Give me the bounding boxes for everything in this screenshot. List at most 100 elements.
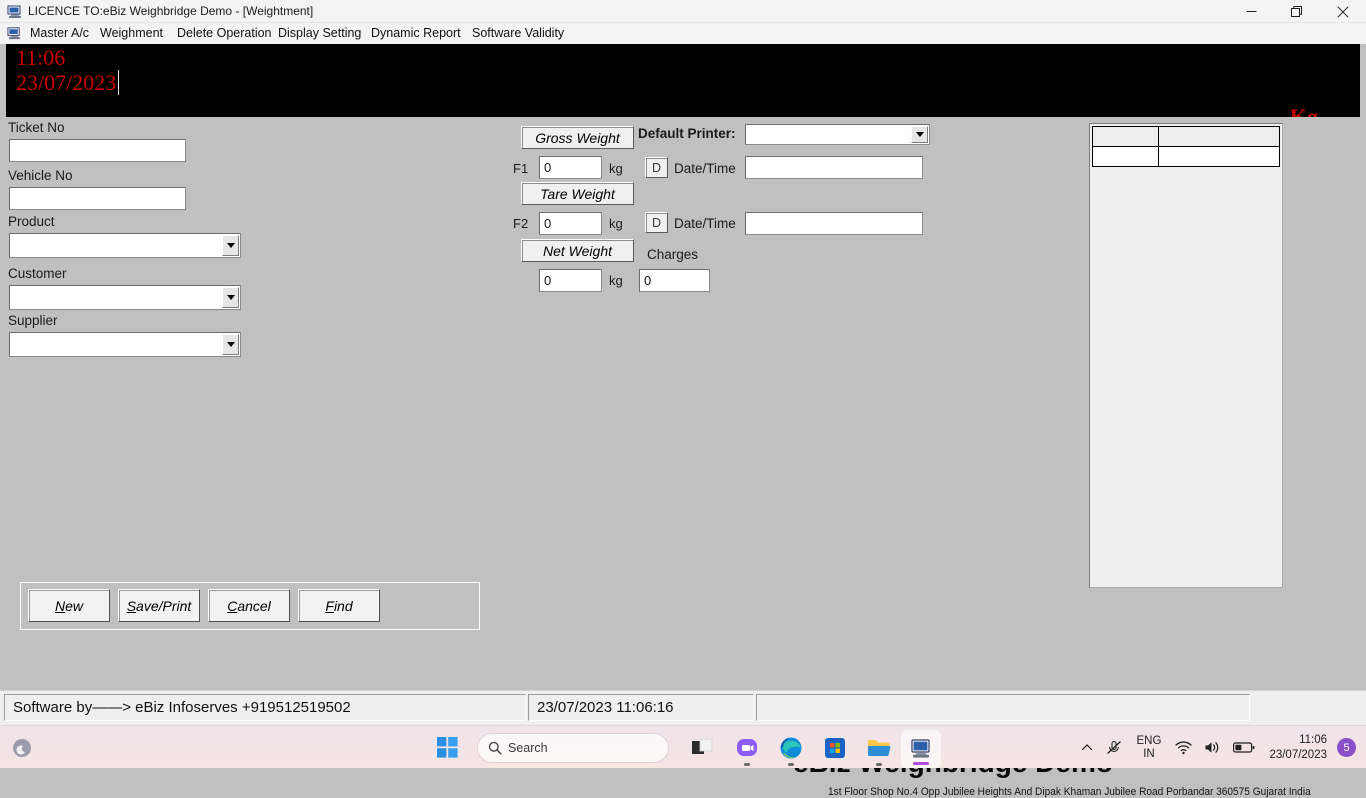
wifi-icon[interactable] <box>1169 726 1198 769</box>
records-grid-panel[interactable] <box>1089 123 1283 588</box>
chevron-down-icon[interactable] <box>222 287 239 308</box>
f1-key-label: F1 <box>513 161 529 176</box>
search-icon <box>488 741 502 755</box>
supplier-label: Supplier <box>8 313 58 328</box>
tare-weight-button[interactable]: Tare Weight <box>521 182 634 205</box>
charges-input[interactable] <box>639 269 710 292</box>
windows-taskbar: Search ENG IN 11:06 23/07/2023 5 <box>0 725 1366 768</box>
save-print-button[interactable]: Save/Print <box>118 589 200 622</box>
taskbar-active-indicator <box>913 761 929 765</box>
status-panel-empty <box>756 694 1250 721</box>
weight-display-panel: 11:06 23/07/2023 Kg <box>6 44 1360 129</box>
gross-weight-input[interactable] <box>539 156 602 179</box>
title-bar: LICENCE TO:eBiz Weighbridge Demo - [Weig… <box>0 0 1366 23</box>
edge-icon[interactable] <box>769 726 813 769</box>
gross-datetime-label: Date/Time <box>674 161 736 176</box>
grid-header-cell <box>1159 127 1279 146</box>
menu-item-delete-operation[interactable]: Delete Operation <box>173 25 276 41</box>
cancel-button[interactable]: Cancel <box>208 589 290 622</box>
task-view-icon[interactable] <box>681 726 725 769</box>
ticket-no-input[interactable] <box>9 139 186 162</box>
show-hidden-icons-button[interactable] <box>1075 726 1099 769</box>
brand-address: 1st Floor Shop No.4 Opp Jubilee Heights … <box>828 786 1311 798</box>
vehicle-no-label: Vehicle No <box>8 168 73 183</box>
net-weight-input[interactable] <box>539 269 602 292</box>
default-printer-combobox[interactable] <box>745 124 930 145</box>
clock-time: 11:06 <box>1299 733 1327 746</box>
input-language-indicator[interactable]: ENG IN <box>1129 735 1170 761</box>
tare-date-button[interactable]: D <box>645 212 668 233</box>
tare-datetime-input[interactable] <box>745 212 923 235</box>
taskbar-running-indicator <box>788 763 794 766</box>
table-row[interactable] <box>1092 146 1280 167</box>
window-close-button[interactable] <box>1320 0 1366 23</box>
customer-combobox[interactable] <box>9 285 241 310</box>
grid-header-cell <box>1093 127 1159 146</box>
window-title: LICENCE TO:eBiz Weighbridge Demo - [Weig… <box>28 4 314 18</box>
microphone-muted-icon[interactable] <box>1099 726 1129 769</box>
chevron-down-icon[interactable] <box>222 334 239 355</box>
search-placeholder-label: Search <box>508 740 548 755</box>
weather-widget-icon[interactable] <box>10 736 34 760</box>
taskbar-running-indicator <box>876 763 882 766</box>
supplier-combobox[interactable] <box>9 332 241 357</box>
menu-item-master-ac[interactable]: Master A/c <box>26 25 93 41</box>
f2-key-label: F2 <box>513 216 529 231</box>
action-button-bar: New Save/Print Cancel Find <box>20 582 480 630</box>
language-code: ENG <box>1136 734 1162 747</box>
vehicle-no-input[interactable] <box>9 187 186 210</box>
window-minimize-button[interactable] <box>1228 0 1274 23</box>
gross-weight-button[interactable]: Gross Weight <box>521 126 634 149</box>
status-bar: Software by——> eBiz Infoserves +91951251… <box>0 690 1366 725</box>
gross-unit-label: kg <box>609 161 623 176</box>
new-button[interactable]: New <box>28 589 110 622</box>
clock-date: 23/07/2023 <box>1269 748 1327 761</box>
file-explorer-icon[interactable] <box>857 726 901 769</box>
region-code: IN <box>1143 747 1155 760</box>
tare-weight-input[interactable] <box>539 212 602 235</box>
volume-icon[interactable] <box>1198 726 1227 769</box>
system-tray: ENG IN 11:06 23/07/2023 5 <box>1075 726 1366 769</box>
taskbar-clock[interactable]: 11:06 23/07/2023 <box>1261 733 1335 763</box>
status-panel-software-by: Software by——> eBiz Infoserves +91951251… <box>4 694 526 721</box>
battery-icon[interactable] <box>1227 726 1261 769</box>
save-print-button-label: Save/Print <box>126 597 192 614</box>
gross-datetime-input[interactable] <box>745 156 923 179</box>
find-button[interactable]: Find <box>298 589 380 622</box>
net-unit-label: kg <box>609 273 623 288</box>
gross-date-button[interactable]: D <box>645 157 668 178</box>
grid-cell <box>1093 147 1159 166</box>
menu-item-display-setting[interactable]: Display Setting <box>274 25 365 41</box>
menu-item-software-validity[interactable]: Software Validity <box>468 25 568 41</box>
chevron-down-icon[interactable] <box>911 126 928 143</box>
chat-icon[interactable] <box>725 726 769 769</box>
default-printer-label: Default Printer: <box>638 126 736 141</box>
tare-datetime-label: Date/Time <box>674 216 736 231</box>
menu-bar: Master A/c Weighment Delete Operation Di… <box>0 23 1366 65</box>
product-label: Product <box>8 214 55 229</box>
charges-label: Charges <box>647 247 699 262</box>
taskbar-icon-group: Search <box>425 726 941 769</box>
display-date: 23/07/2023 <box>16 70 117 95</box>
store-icon[interactable] <box>813 726 857 769</box>
net-weight-button[interactable]: Net Weight <box>521 239 634 262</box>
ticket-no-label: Ticket No <box>8 120 65 135</box>
computer-icon <box>7 4 23 20</box>
window-maximize-button[interactable] <box>1274 0 1320 23</box>
menu-item-dynamic-report[interactable]: Dynamic Report <box>367 25 465 41</box>
find-button-label: Find <box>325 597 353 614</box>
records-grid-header <box>1092 126 1280 147</box>
notification-badge[interactable]: 5 <box>1337 738 1356 757</box>
start-icon[interactable] <box>425 726 469 769</box>
weighbridge-app-icon[interactable] <box>901 729 941 768</box>
menu-item-weighment[interactable]: Weighment <box>96 25 167 41</box>
computer-icon[interactable] <box>7 26 22 41</box>
display-time: 11:06 <box>16 45 66 70</box>
product-combobox[interactable] <box>9 233 241 258</box>
search-input[interactable]: Search <box>477 732 669 763</box>
chevron-down-icon[interactable] <box>222 235 239 256</box>
text-caret <box>118 70 119 95</box>
status-panel-datetime: 23/07/2023 11:06:16 <box>528 694 754 721</box>
customer-label: Customer <box>8 266 67 281</box>
tare-unit-label: kg <box>609 216 623 231</box>
